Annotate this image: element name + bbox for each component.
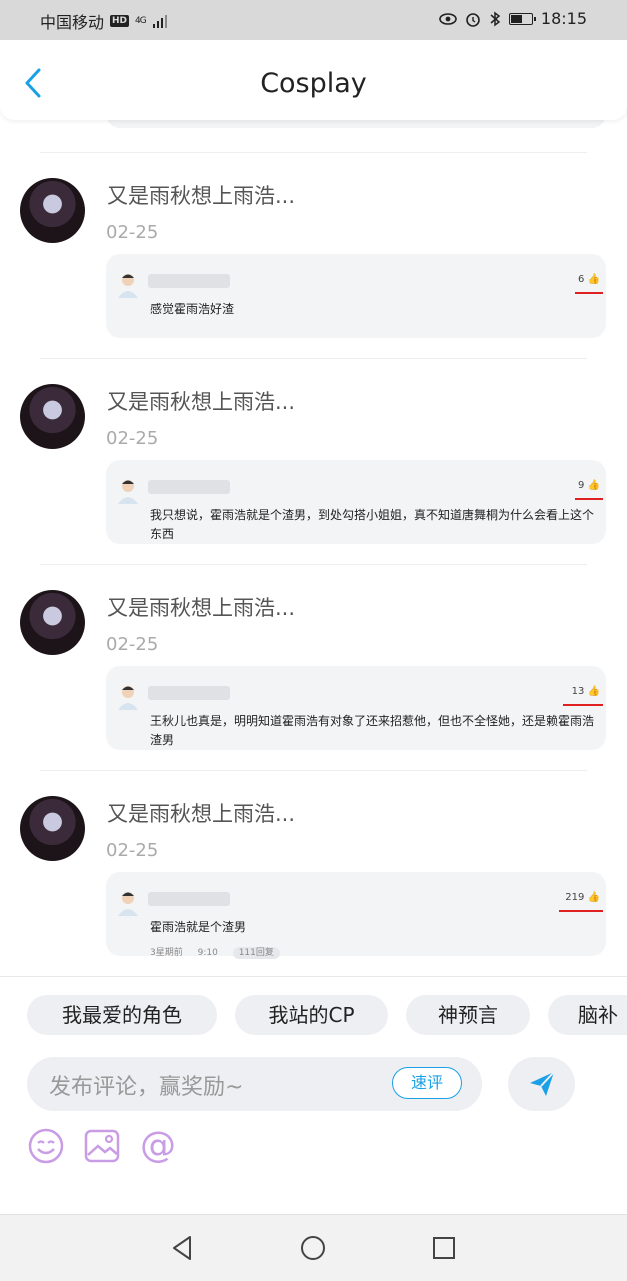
divider <box>40 564 587 565</box>
eye-icon <box>439 12 457 25</box>
comment-card[interactable]: 9 👍 我只想说，霍雨浩就是个渣男，到处勾搭小姐姐，真不知道唐舞桐为什么会看上这… <box>106 460 606 544</box>
battery-icon <box>508 12 536 25</box>
comment-time-ago: 3星期前 <box>150 948 183 958</box>
comment-text: 王秋儿也真是，明明知道霍雨浩有对象了还来招惹他，但也不全怪她，还是赖霍雨浩渣男 <box>150 714 595 747</box>
like-underline <box>575 292 603 294</box>
thumbs-up-icon: 👍 <box>587 274 600 285</box>
reply-count-button[interactable]: 111回复 <box>232 947 280 959</box>
thumbs-up-icon: 👍 <box>587 892 600 903</box>
list-item[interactable]: 又是雨秋想上雨浩... 02-25 13 👍 王秋儿也真是，明明知道霍雨浩有对象… <box>0 590 627 790</box>
divider <box>40 152 587 153</box>
topic-tag[interactable]: 我最爱的角色 <box>27 995 217 1035</box>
send-icon <box>530 1071 555 1096</box>
post-title[interactable]: 又是雨秋想上雨浩... <box>107 798 295 828</box>
list-item[interactable]: 又是雨秋想上雨浩... 02-25 6 👍 感觉霍雨浩好渣 <box>0 178 627 378</box>
like-underline <box>575 498 603 500</box>
thumbs-up-icon: 👍 <box>587 686 600 697</box>
hd-badge: HD <box>110 15 130 27</box>
page-title: Cosplay <box>260 68 367 99</box>
like-count[interactable]: 219 👍 <box>565 892 600 903</box>
comment-time: 9:10 <box>197 948 218 958</box>
commenter-name-blurred <box>148 892 230 906</box>
alarm-icon <box>466 12 480 27</box>
comment-meta: 3星期前 9:10 111回复 <box>150 945 292 959</box>
post-title[interactable]: 又是雨秋想上雨浩... <box>107 180 295 210</box>
comment-composer: 我最爱的角色 我站的CP 神预言 脑补 发布评论，赢奖励~ 速评 @ <box>0 976 627 1215</box>
post-date: 02-25 <box>106 634 159 655</box>
back-nav-icon[interactable] <box>168 1233 198 1263</box>
post-title[interactable]: 又是雨秋想上雨浩... <box>107 386 295 416</box>
home-nav-icon[interactable] <box>298 1233 328 1263</box>
avatar[interactable] <box>20 384 85 449</box>
recents-nav-icon[interactable] <box>429 1233 459 1263</box>
status-bar: 中国移动 HD 4G 18:15 <box>0 0 627 40</box>
comment-card[interactable]: 13 👍 王秋儿也真是，明明知道霍雨浩有对象了还来招惹他，但也不全怪她，还是赖霍… <box>106 666 606 750</box>
topic-tag[interactable]: 我站的CP <box>235 995 388 1035</box>
comment-text: 感觉霍雨浩好渣 <box>150 302 235 316</box>
carrier-label: 中国移动 <box>40 13 105 32</box>
divider <box>40 358 587 359</box>
list-item[interactable]: 又是雨秋想上雨浩... 02-25 219 👍 霍雨浩就是个渣男 3星期前 9:… <box>0 796 627 976</box>
signal-icon <box>152 15 167 28</box>
topic-tag[interactable]: 脑补 <box>548 995 627 1035</box>
commenter-avatar <box>118 274 138 298</box>
network-label: 4G <box>135 16 147 26</box>
avatar[interactable] <box>20 590 85 655</box>
comment-card[interactable]: 219 👍 霍雨浩就是个渣男 3星期前 9:10 111回复 <box>106 872 606 959</box>
page-header: Cosplay <box>0 40 627 120</box>
like-count[interactable]: 6 👍 <box>578 274 600 285</box>
like-underline <box>559 910 603 912</box>
commenter-avatar <box>118 480 138 504</box>
commenter-name-blurred <box>148 480 230 494</box>
commenter-avatar <box>118 686 138 710</box>
like-underline <box>563 704 603 706</box>
post-date: 02-25 <box>106 840 159 861</box>
thumbs-up-icon: 👍 <box>587 480 600 491</box>
send-button[interactable] <box>508 1057 575 1111</box>
comment-text: 我只想说，霍雨浩就是个渣男，到处勾搭小姐姐，真不知道唐舞桐为什么会看上这个东西 <box>150 508 595 541</box>
comment-text: 霍雨浩就是个渣男 <box>150 920 247 934</box>
divider <box>40 770 587 771</box>
avatar[interactable] <box>20 796 85 861</box>
post-feed[interactable]: 又是雨秋想上雨浩... 02-25 6 👍 感觉霍雨浩好渣 又是雨秋想上雨浩..… <box>0 120 627 976</box>
mention-icon[interactable]: @ <box>139 1127 177 1165</box>
commenter-avatar <box>118 892 138 916</box>
system-nav-bar <box>0 1214 627 1281</box>
commenter-name-blurred <box>148 274 230 288</box>
svg-text:@: @ <box>140 1127 176 1165</box>
post-date: 02-25 <box>106 222 159 243</box>
like-count[interactable]: 9 👍 <box>578 480 600 491</box>
clock: 18:15 <box>540 9 587 28</box>
list-item[interactable]: 又是雨秋想上雨浩... 02-25 9 👍 我只想说，霍雨浩就是个渣男，到处勾搭… <box>0 384 627 584</box>
emoji-icon[interactable] <box>27 1127 65 1165</box>
post-date: 02-25 <box>106 428 159 449</box>
comment-input[interactable]: 发布评论，赢奖励~ 速评 <box>27 1057 482 1111</box>
commenter-name-blurred <box>148 686 230 700</box>
comment-card[interactable]: 6 👍 感觉霍雨浩好渣 <box>106 254 606 338</box>
image-icon[interactable] <box>83 1127 121 1165</box>
bluetooth-icon <box>490 11 501 26</box>
quick-review-button[interactable]: 速评 <box>392 1067 462 1099</box>
avatar[interactable] <box>20 178 85 243</box>
post-title[interactable]: 又是雨秋想上雨浩... <box>107 592 295 622</box>
previous-comment-card <box>106 120 606 128</box>
topic-tag[interactable]: 神预言 <box>406 995 530 1035</box>
like-count[interactable]: 13 👍 <box>572 686 600 697</box>
comment-input-placeholder: 发布评论，赢奖励~ <box>49 1075 244 1100</box>
